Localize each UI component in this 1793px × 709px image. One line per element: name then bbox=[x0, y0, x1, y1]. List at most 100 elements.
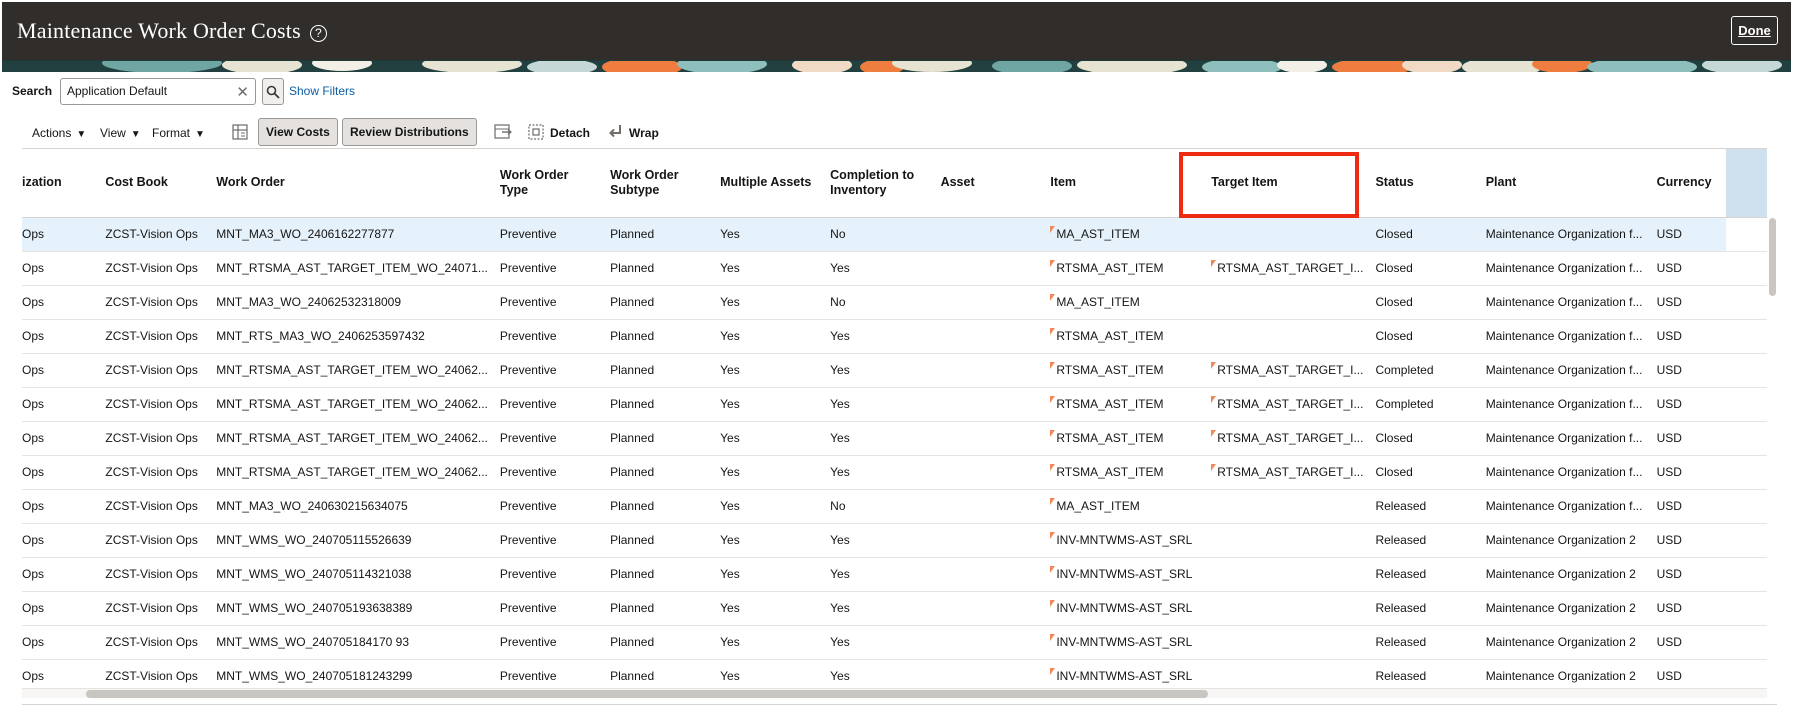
detach-icon[interactable] bbox=[526, 122, 546, 142]
table-cell-cost-book: ZCST-Vision Ops bbox=[99, 489, 211, 524]
table-cell-target-item: RTSMA_AST_TARGET_I... bbox=[1205, 421, 1370, 456]
search-field[interactable]: ✕ bbox=[60, 78, 256, 105]
view-costs-button[interactable]: View Costs bbox=[258, 118, 338, 146]
row-filler bbox=[1726, 217, 1767, 252]
table-cell-item: RTSMA_AST_ITEM bbox=[1044, 387, 1206, 422]
export-icon[interactable] bbox=[493, 122, 513, 142]
table-cell-item: RTSMA_AST_ITEM bbox=[1044, 455, 1206, 490]
table-cell-work-order: MNT_RTSMA_AST_TARGET_ITEM_WO_24071... bbox=[210, 251, 494, 286]
flag-icon: MA_AST_ITEM bbox=[1050, 227, 1139, 241]
table-cell-plant: Maintenance Organization 2 bbox=[1479, 659, 1651, 686]
table-cell-work-order-subtype: Planned bbox=[604, 421, 715, 456]
column-header-item[interactable]: Item bbox=[1044, 149, 1206, 218]
table-cell-multiple-assets: Yes bbox=[714, 251, 825, 286]
column-header-work-order-type[interactable]: Work Order Type bbox=[493, 149, 605, 218]
table-row[interactable]: Ops ZCST-Vision Ops MNT_WMS_WO_24070511432… bbox=[22, 557, 1767, 592]
column-header-asset[interactable]: Asset bbox=[934, 149, 1045, 218]
table-cell-status: Released bbox=[1369, 591, 1480, 626]
table-cell-currency: USD bbox=[1650, 353, 1727, 388]
table-row[interactable]: Ops ZCST-Vision Ops MNT_RTSMA_AST_TARGET_I… bbox=[22, 353, 1767, 388]
table-cell-currency: USD bbox=[1650, 251, 1727, 286]
table-cell-work-order: MNT_RTS_MA3_WO_2406253597432 bbox=[210, 319, 494, 354]
wrap-label[interactable]: Wrap bbox=[629, 126, 659, 140]
done-button[interactable]: Done bbox=[1731, 16, 1778, 45]
search-button[interactable] bbox=[262, 78, 284, 105]
clear-icon[interactable]: ✕ bbox=[236, 83, 249, 101]
table-row[interactable]: Ops ZCST-Vision Ops MNT_RTSMA_AST_TARGET_I… bbox=[22, 387, 1767, 422]
table-cell-work-order-type: Preventive bbox=[493, 523, 605, 558]
row-filler bbox=[1726, 421, 1767, 456]
actions-menu[interactable]: Actions ▼ bbox=[32, 126, 86, 140]
table-cell-multiple-assets: Yes bbox=[714, 489, 825, 524]
table-cell-status: Closed bbox=[1369, 251, 1480, 286]
table-cell-status: Released bbox=[1369, 523, 1480, 558]
table-cell-target-item bbox=[1205, 625, 1370, 660]
table-cell-completion-to-inventory: Yes bbox=[824, 251, 935, 286]
row-filler bbox=[1726, 591, 1767, 626]
table-row[interactable]: Ops ZCST-Vision Ops MNT_WMS_WO_24070518417… bbox=[22, 625, 1767, 660]
table-cell-plant: Maintenance Organization f... bbox=[1479, 421, 1651, 456]
wrap-icon[interactable] bbox=[606, 122, 626, 142]
flag-icon: RTSMA_AST_ITEM bbox=[1050, 465, 1163, 479]
column-header-plant[interactable]: Plant bbox=[1479, 149, 1651, 218]
table-cell-asset bbox=[934, 659, 1045, 686]
freeze-icon[interactable] bbox=[230, 122, 250, 142]
horizontal-scroll-thumb[interactable] bbox=[86, 690, 1208, 698]
table-cell-status: Closed bbox=[1369, 455, 1480, 490]
show-filters-link[interactable]: Show Filters bbox=[289, 84, 355, 98]
table-cell-multiple-assets: Yes bbox=[714, 659, 825, 686]
table-row[interactable]: Ops ZCST-Vision Ops MNT_RTSMA_AST_TARGET_I… bbox=[22, 421, 1767, 456]
help-icon[interactable]: ? bbox=[309, 24, 327, 42]
flag-icon: MA_AST_ITEM bbox=[1050, 295, 1139, 309]
column-header-currency[interactable]: Currency bbox=[1650, 149, 1727, 218]
column-header-cost-book[interactable]: Cost Book bbox=[99, 149, 211, 218]
table-row[interactable]: Ops ZCST-Vision Ops MNT_RTS_MA3_WO_2406253… bbox=[22, 319, 1767, 354]
table-cell-asset bbox=[934, 523, 1045, 558]
table-row[interactable]: Ops ZCST-Vision Ops MNT_RTSMA_AST_TARGET_I… bbox=[22, 455, 1767, 490]
column-header-status[interactable]: Status bbox=[1369, 149, 1480, 218]
table-cell-currency: USD bbox=[1650, 285, 1727, 320]
table-cell-work-order-type: Preventive bbox=[493, 319, 605, 354]
table-cell-asset bbox=[934, 387, 1045, 422]
table-cell-completion-to-inventory: Yes bbox=[824, 591, 935, 626]
table-cell-item: RTSMA_AST_ITEM bbox=[1044, 353, 1206, 388]
detach-label[interactable]: Detach bbox=[550, 126, 590, 140]
table-row[interactable]: Ops ZCST-Vision Ops MNT_MA3_WO_24062532318… bbox=[22, 285, 1767, 320]
view-menu[interactable]: View ▼ bbox=[100, 126, 141, 140]
table-cell-currency: USD bbox=[1650, 421, 1727, 456]
column-header-target-item[interactable]: Target Item bbox=[1205, 149, 1370, 218]
table-cell-work-order-subtype: Planned bbox=[604, 285, 715, 320]
table-cell-target-item bbox=[1205, 591, 1370, 626]
table-cell-status: Closed bbox=[1369, 217, 1480, 252]
table-cell-status: Released bbox=[1369, 489, 1480, 524]
flag-icon: INV-MNTWMS-AST_SRL bbox=[1050, 601, 1192, 615]
table-row[interactable]: Ops ZCST-Vision Ops MNT_WMS_WO_24070518124… bbox=[22, 659, 1767, 686]
table-cell-plant: Maintenance Organization f... bbox=[1479, 489, 1651, 524]
column-header-completion-to-inventory[interactable]: Completion to Inventory bbox=[824, 149, 935, 218]
table-cell-ization: Ops bbox=[22, 557, 100, 592]
column-header-filler bbox=[1726, 149, 1767, 218]
table-row[interactable]: Ops ZCST-Vision Ops MNT_WMS_WO_24070519363… bbox=[22, 591, 1767, 626]
table-row[interactable]: Ops ZCST-Vision Ops MNT_RTSMA_AST_TARGET_I… bbox=[22, 251, 1767, 286]
table-cell-item: MA_AST_ITEM bbox=[1044, 285, 1206, 320]
table-row[interactable]: Ops ZCST-Vision Ops MNT_WMS_WO_24070511552… bbox=[22, 523, 1767, 558]
table-row[interactable]: Ops ZCST-Vision Ops MNT_MA3_WO_24061622778… bbox=[22, 217, 1767, 252]
review-distributions-button[interactable]: Review Distributions bbox=[342, 118, 477, 146]
column-header-work-order[interactable]: Work Order bbox=[210, 149, 494, 218]
column-header-work-order-subtype[interactable]: Work Order Subtype bbox=[604, 149, 715, 218]
table-cell-cost-book: ZCST-Vision Ops bbox=[99, 319, 211, 354]
column-header-multiple-assets[interactable]: Multiple Assets bbox=[714, 149, 825, 218]
table-cell-currency: USD bbox=[1650, 625, 1727, 660]
table-cell-plant: Maintenance Organization f... bbox=[1479, 251, 1651, 286]
table-cell-work-order-type: Preventive bbox=[493, 251, 605, 286]
table-row[interactable]: Ops ZCST-Vision Ops MNT_MA3_WO_24063021563… bbox=[22, 489, 1767, 524]
column-header-ization[interactable]: ization bbox=[22, 149, 100, 218]
search-input[interactable] bbox=[67, 84, 227, 98]
table-cell-multiple-assets: Yes bbox=[714, 455, 825, 490]
format-menu[interactable]: Format ▼ bbox=[152, 126, 205, 140]
table-cell-target-item: RTSMA_AST_TARGET_I... bbox=[1205, 455, 1370, 490]
row-filler bbox=[1726, 489, 1767, 524]
vertical-scroll-thumb[interactable] bbox=[1769, 218, 1776, 296]
page-header: Maintenance Work Order Costs ? Done bbox=[2, 2, 1791, 60]
actions-menu-label: Actions bbox=[32, 126, 72, 140]
